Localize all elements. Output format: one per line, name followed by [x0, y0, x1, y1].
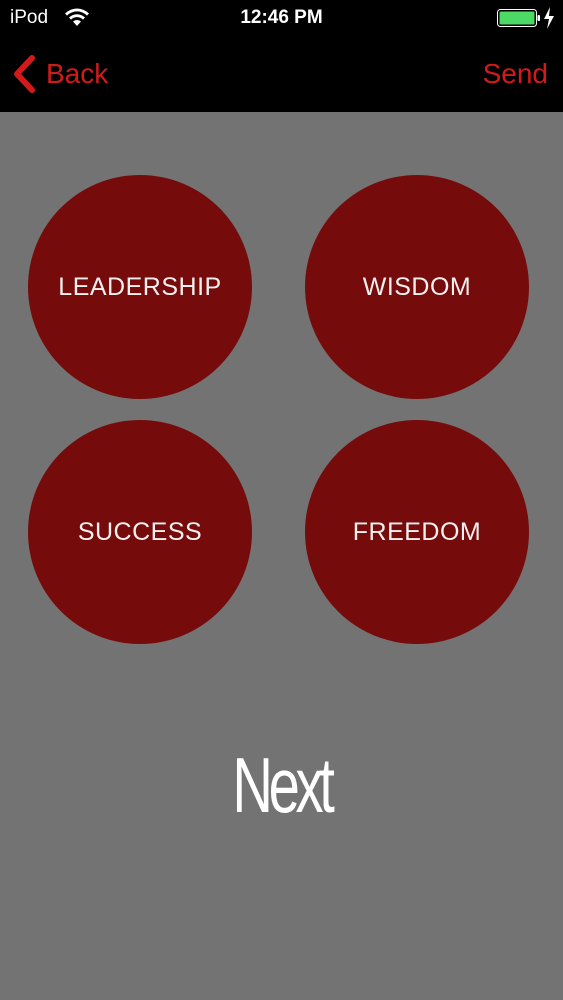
option-leadership-button[interactable]: LEADERSHIP	[28, 175, 252, 399]
option-success-button[interactable]: SUCCESS	[28, 420, 252, 644]
next-button[interactable]: Next	[79, 740, 484, 831]
status-bar: iPod 12:46 PM	[0, 0, 563, 38]
back-button[interactable]: Back	[10, 52, 108, 96]
battery-icon	[497, 9, 540, 27]
clock-label: 12:46 PM	[240, 7, 323, 28]
chevron-left-icon	[14, 55, 35, 93]
option-wisdom-button[interactable]: WISDOM	[305, 175, 529, 399]
send-button[interactable]: Send	[483, 52, 548, 96]
option-freedom-button[interactable]: FREEDOM	[305, 420, 529, 644]
top-bar: iPod 12:46 PM Back Send	[0, 0, 563, 112]
charging-bolt-icon	[544, 7, 554, 29]
back-button-label: Back	[46, 58, 109, 89]
app-screen: iPod 12:46 PM Back Send LEADERSHIP WISDO…	[0, 0, 563, 1000]
